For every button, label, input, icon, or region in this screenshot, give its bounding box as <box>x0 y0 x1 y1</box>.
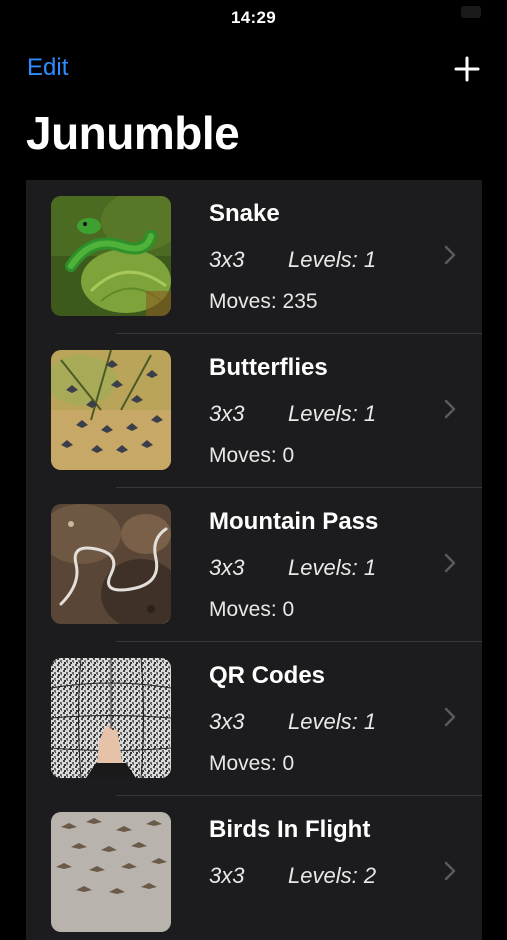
add-button[interactable] <box>454 56 480 82</box>
page-title: Junumble <box>26 107 240 159</box>
list-item[interactable]: Birds In Flight 3x3 Levels: 2 <box>26 796 482 940</box>
item-size: 3x3 <box>209 555 245 580</box>
nav-bar: Edit <box>0 50 507 90</box>
item-moves: Moves: 0 <box>209 752 295 775</box>
item-moves: Moves: 0 <box>209 598 295 621</box>
status-time: 14:29 <box>231 8 276 27</box>
thumbnail-image <box>51 658 171 778</box>
thumbnail-image <box>51 504 171 624</box>
chevron-right-icon <box>444 707 456 727</box>
chevron-right-icon <box>444 861 456 881</box>
status-bar: 14:29 <box>0 0 507 34</box>
chevron-right-icon <box>444 245 456 265</box>
item-title: Snake <box>209 200 280 227</box>
puzzle-list: Snake 3x3 Levels: 1 Moves: 235 Butterfli… <box>26 180 482 940</box>
item-title: Mountain Pass <box>209 508 379 535</box>
list-item[interactable]: Mountain Pass 3x3 Levels: 1 Moves: 0 <box>26 488 482 642</box>
item-levels: Levels: 1 <box>288 709 377 734</box>
item-size: 3x3 <box>209 401 245 426</box>
item-title: Butterflies <box>209 354 328 381</box>
list-item[interactable]: Snake 3x3 Levels: 1 Moves: 235 <box>26 180 482 334</box>
chevron-right-icon <box>444 399 456 419</box>
item-levels: Levels: 1 <box>288 555 377 580</box>
item-moves: Moves: 0 <box>209 444 295 467</box>
thumbnail-image <box>51 812 171 932</box>
edit-button[interactable]: Edit <box>27 54 68 82</box>
item-title: QR Codes <box>209 662 326 689</box>
thumbnail-image <box>51 196 171 316</box>
item-title: Birds In Flight <box>209 816 371 843</box>
item-moves: Moves: 235 <box>209 290 318 313</box>
plus-icon <box>454 56 480 82</box>
status-indicator <box>461 6 481 18</box>
chevron-right-icon <box>444 553 456 573</box>
item-size: 3x3 <box>209 247 245 272</box>
list-item[interactable]: QR Codes 3x3 Levels: 1 Moves: 0 <box>26 642 482 796</box>
item-size: 3x3 <box>209 709 245 734</box>
item-levels: Levels: 1 <box>288 401 377 426</box>
item-levels: Levels: 1 <box>288 247 377 272</box>
item-size: 3x3 <box>209 863 245 888</box>
list-item[interactable]: Butterflies 3x3 Levels: 1 Moves: 0 <box>26 334 482 488</box>
thumbnail-image <box>51 350 171 470</box>
item-levels: Levels: 2 <box>288 863 377 888</box>
